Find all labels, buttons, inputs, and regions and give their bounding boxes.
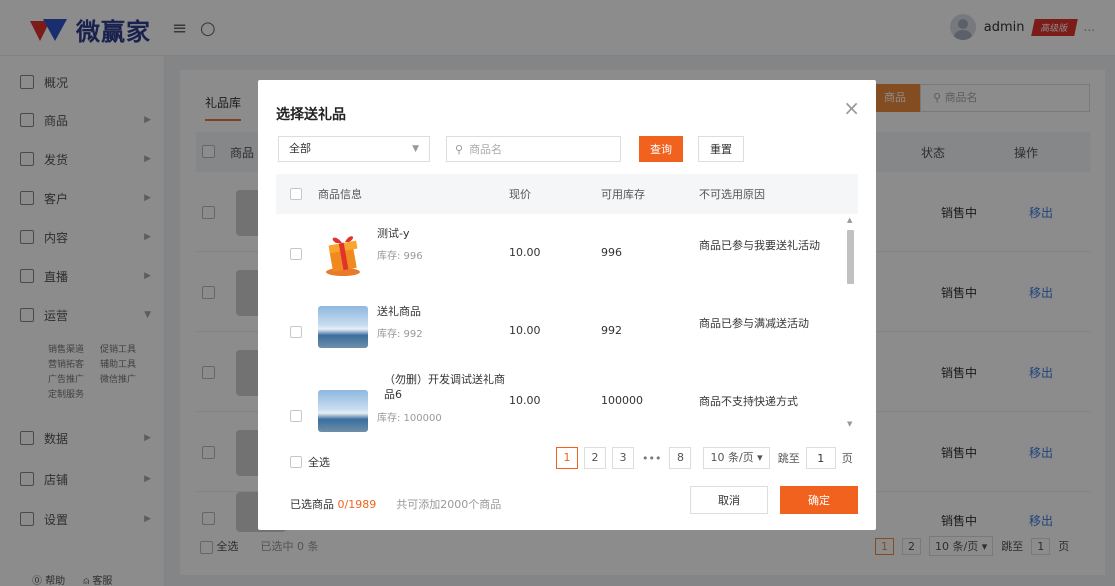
modal-title: 选择送礼品	[276, 107, 346, 123]
table-row: 送礼商品 库存: 992 10.00 992 商品已参与满减送活动	[276, 288, 841, 368]
landscape-photo	[318, 306, 368, 348]
row-checkbox[interactable]	[290, 410, 302, 422]
product-name: 测试-y	[377, 227, 410, 240]
product-available: 996	[601, 246, 622, 259]
product-available: 992	[601, 324, 622, 337]
product-available: 100000	[601, 394, 643, 407]
col-reason: 不可选用原因	[699, 188, 765, 201]
unavailable-reason: 商品不支持快递方式	[699, 395, 798, 408]
table-scrollbar[interactable]	[847, 230, 854, 284]
select-all-checkbox[interactable]	[290, 456, 302, 468]
scroll-up-icon[interactable]: ▲	[847, 216, 852, 224]
category-select-value: 全部	[289, 142, 311, 155]
scroll-down-icon[interactable]: ▼	[847, 420, 852, 428]
modal-table-header: 商品信息 现价 可用库存 不可选用原因	[276, 174, 858, 214]
page-size-select[interactable]: 10 条/页 ▾	[703, 447, 770, 469]
table-row: 测试-y 库存: 996 10.00 996 商品已参与我要送礼活动	[276, 214, 841, 294]
product-stock: 库存: 100000	[377, 413, 442, 424]
product-price: 10.00	[509, 324, 541, 337]
limit-hint: 共可添加2000个商品	[396, 498, 502, 511]
page-8[interactable]: 8	[669, 447, 692, 469]
product-price: 10.00	[509, 394, 541, 407]
modal-pagination: 1 2 3 ••• 8 10 条/页 ▾ 跳至 页	[556, 447, 853, 469]
page-2[interactable]: 2	[584, 447, 606, 469]
selected-products: 已选商品 0/1989	[290, 496, 376, 512]
category-select[interactable]: 全部 ▼	[278, 136, 430, 162]
product-search-input[interactable]	[469, 142, 610, 156]
col-price: 现价	[509, 188, 531, 201]
chevron-down-icon: ▾	[757, 451, 763, 464]
landscape-photo	[318, 390, 368, 432]
unavailable-reason: 商品已参与满减送活动	[699, 317, 809, 330]
jump-label: 跳至	[777, 452, 800, 465]
unavailable-reason: 商品已参与我要送礼活动	[699, 239, 820, 252]
reset-button[interactable]: 重置	[698, 136, 744, 162]
selected-prefix: 已选商品	[290, 498, 334, 511]
page-3[interactable]: 3	[612, 447, 634, 469]
close-icon[interactable]: ×	[843, 96, 860, 120]
page-ellipsis[interactable]: •••	[640, 452, 663, 465]
jump-unit: 页	[841, 452, 853, 465]
product-stock: 库存: 992	[377, 329, 423, 340]
confirm-button[interactable]: 确定	[780, 486, 858, 514]
product-name: 送礼商品	[377, 305, 421, 318]
page-1[interactable]: 1	[556, 447, 578, 469]
select-all-label: 全选	[308, 456, 330, 469]
col-product-info: 商品信息	[318, 188, 362, 201]
jump-page-input[interactable]	[805, 447, 836, 469]
col-available-stock: 可用库存	[601, 188, 645, 201]
selection-summary: 已选商品 0/1989 共可添加2000个商品	[290, 496, 501, 512]
product-stock: 库存: 996	[377, 251, 423, 262]
product-search-field[interactable]: ⚲	[446, 136, 621, 162]
header-checkbox[interactable]	[290, 188, 302, 200]
chevron-down-icon: ▼	[412, 144, 419, 154]
row-checkbox[interactable]	[290, 326, 302, 338]
query-button[interactable]: 查询	[639, 136, 683, 162]
select-gift-modal: 选择送礼品 × 全部 ▼ ⚲ 查询 重置 商品信息 现价 可用库存 不可选用原因	[258, 80, 876, 530]
product-name: （勿删）开发调试送礼商品6	[384, 373, 505, 401]
cancel-button[interactable]: 取消	[690, 486, 768, 514]
row-checkbox[interactable]	[290, 248, 302, 260]
table-row: （勿删）开发调试送礼商品6 库存: 100000 10.00 100000 商品…	[276, 366, 841, 432]
page-size-label: 10 条/页	[710, 451, 754, 464]
select-all[interactable]: 全选	[290, 454, 330, 470]
search-icon: ⚲	[455, 142, 464, 156]
gift-box-icon	[318, 228, 368, 278]
product-price: 10.00	[509, 246, 541, 259]
modal-table-body: 测试-y 库存: 996 10.00 996 商品已参与我要送礼活动 送礼商品 …	[276, 214, 858, 432]
selected-count: 0/1989	[337, 498, 377, 511]
